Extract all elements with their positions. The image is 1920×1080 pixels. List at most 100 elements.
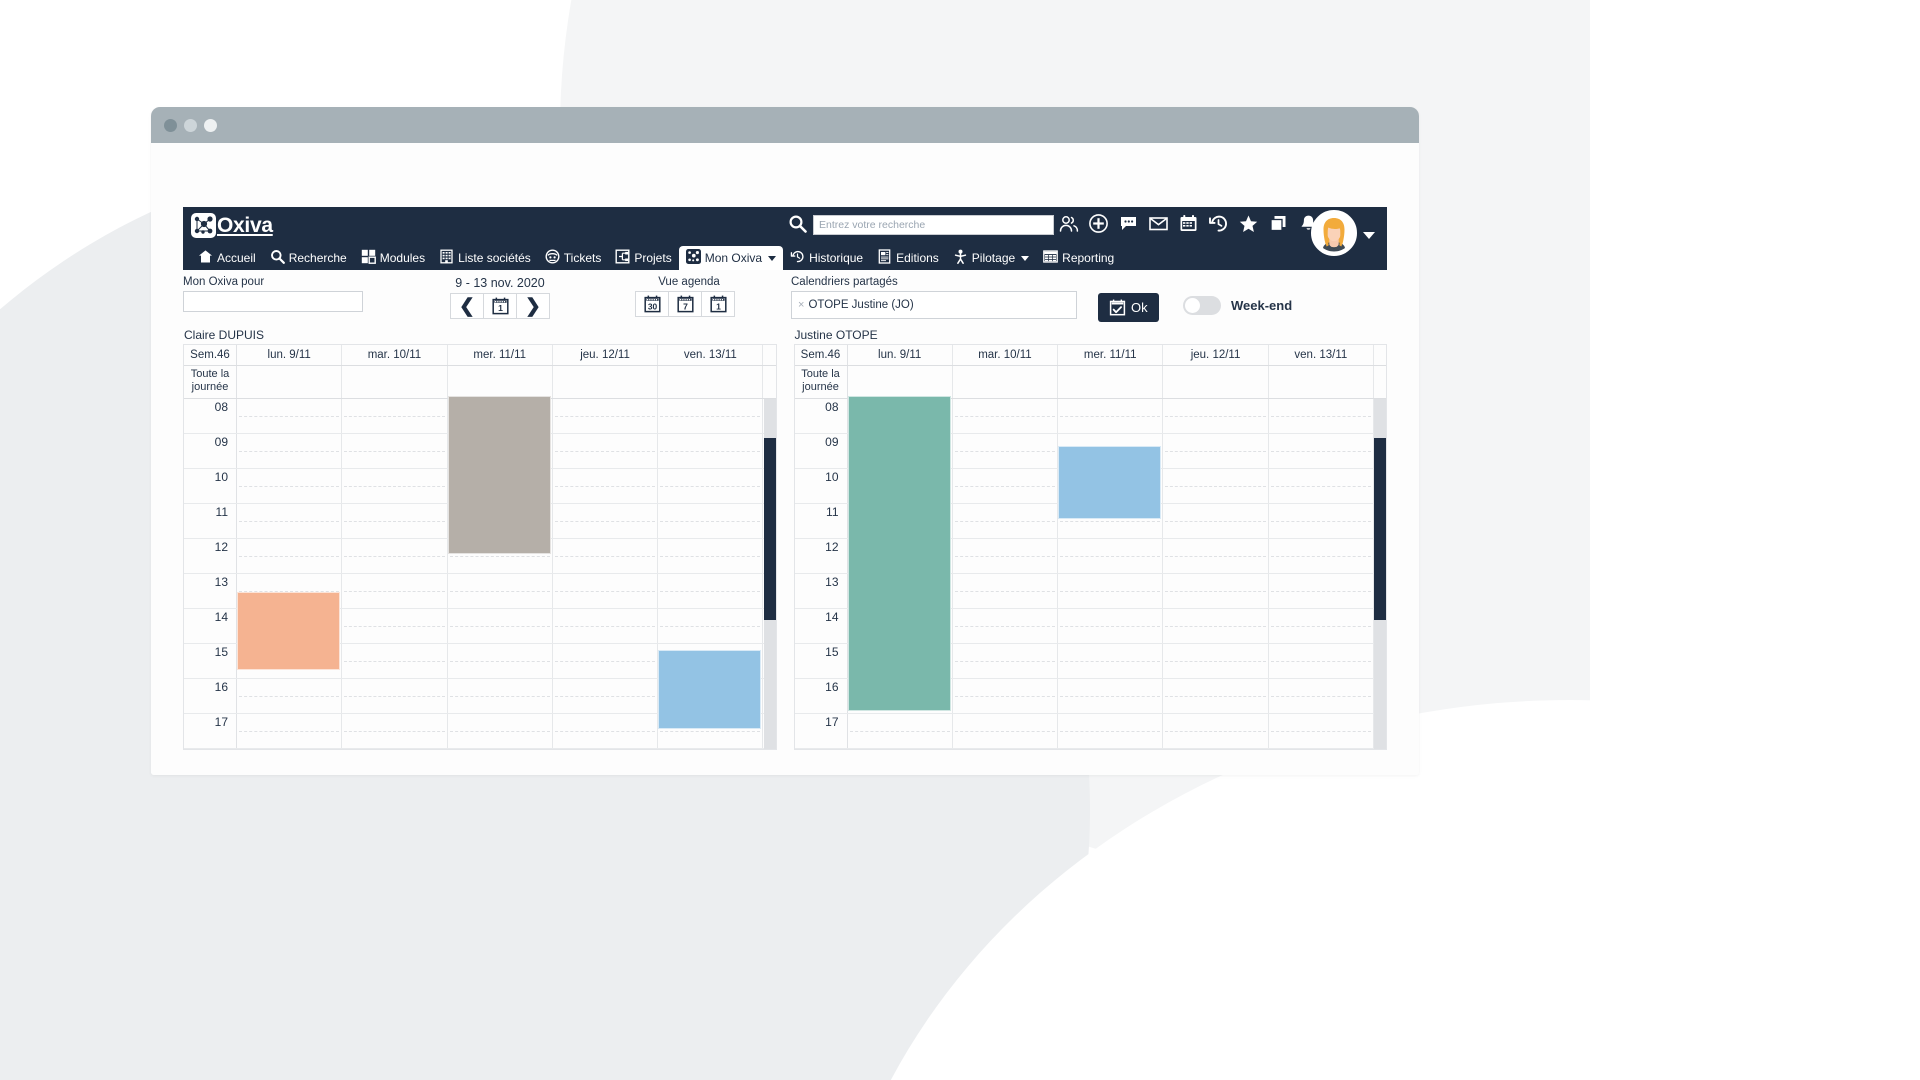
time-slot-cell[interactable] [952, 609, 1059, 643]
time-slot-cell[interactable] [552, 679, 659, 713]
event-block[interactable] [1058, 445, 1162, 519]
time-slot-cell[interactable] [952, 434, 1059, 468]
time-slot-cell[interactable] [237, 504, 343, 538]
time-slot-cell[interactable] [1268, 644, 1374, 678]
time-slot-cell[interactable] [1268, 714, 1374, 748]
time-slot-cell[interactable] [1268, 679, 1374, 713]
calendar-day-view-button[interactable]: 1 [701, 291, 735, 317]
calendar-month-view-button[interactable]: 30 [635, 291, 669, 317]
time-slot-cell[interactable] [1058, 609, 1164, 643]
nav-item-mon-oxiva[interactable]: Mon Oxiva [678, 246, 784, 270]
time-slot-cell[interactable] [1058, 399, 1164, 433]
time-slot-cell[interactable] [342, 434, 448, 468]
time-slot-cell[interactable] [1163, 469, 1269, 503]
time-slot-cell[interactable] [1268, 469, 1374, 503]
time-slot-cell[interactable] [552, 399, 659, 433]
time-slot-cell[interactable] [237, 679, 343, 713]
calendar-week-view-button[interactable]: 7 [668, 291, 702, 317]
event-block[interactable] [447, 396, 551, 554]
time-slot-cell[interactable] [952, 679, 1059, 713]
time-slot-cell[interactable] [447, 609, 553, 643]
nav-item-projets[interactable]: Projets [608, 246, 678, 270]
time-slot-cell[interactable] [342, 539, 448, 573]
weekend-toggle[interactable] [1183, 296, 1221, 315]
all-day-cell[interactable] [342, 366, 448, 398]
time-slot-cell[interactable] [342, 714, 448, 748]
time-slot-cell[interactable] [1058, 574, 1164, 608]
all-day-cell[interactable] [658, 366, 764, 398]
time-slot-cell[interactable] [1268, 539, 1374, 573]
time-slot-cell[interactable] [237, 714, 343, 748]
users-icon[interactable] [1058, 213, 1079, 234]
time-slot-cell[interactable] [342, 504, 448, 538]
time-slot-cell[interactable] [952, 399, 1059, 433]
time-slot-cell[interactable] [952, 504, 1059, 538]
copy-icon[interactable] [1268, 213, 1289, 234]
time-slot-cell[interactable] [342, 469, 448, 503]
time-slot-cell[interactable] [1163, 399, 1269, 433]
time-slot-cell[interactable] [952, 574, 1059, 608]
time-slot-cell[interactable] [658, 434, 764, 468]
day-header[interactable]: mar. 10/11 [953, 345, 1059, 365]
envelope-icon[interactable] [1148, 213, 1169, 234]
all-day-cell[interactable] [953, 366, 1059, 398]
mon-oxiva-pour-input[interactable] [183, 291, 363, 312]
nav-item-recherche[interactable]: Recherche [263, 246, 354, 270]
account-menu[interactable] [1311, 210, 1375, 256]
day-header[interactable]: mer. 11/11 [1058, 345, 1164, 365]
time-slot-cell[interactable] [658, 574, 764, 608]
time-slot-cell[interactable] [552, 469, 659, 503]
calendar-scrollbar-thumb[interactable] [1374, 437, 1386, 620]
search-icon[interactable] [788, 214, 807, 236]
all-day-cell[interactable] [237, 366, 343, 398]
time-slot-cell[interactable] [552, 539, 659, 573]
time-slot-cell[interactable] [1163, 434, 1269, 468]
time-slot-cell[interactable] [237, 434, 343, 468]
time-slot-cell[interactable] [1268, 609, 1374, 643]
brand-logo[interactable]: Oxiva [191, 213, 273, 238]
time-slot-cell[interactable] [658, 469, 764, 503]
nav-item-accueil[interactable]: Accueil [191, 246, 263, 270]
remove-tag-icon[interactable]: × [798, 299, 804, 311]
time-slot-cell[interactable] [1163, 504, 1269, 538]
previous-week-button[interactable]: ❮ [450, 293, 484, 319]
time-slot-cell[interactable] [1268, 434, 1374, 468]
calendar-icon[interactable] [1178, 213, 1199, 234]
time-slot-cell[interactable] [1163, 539, 1269, 573]
day-header[interactable]: lun. 9/11 [848, 345, 953, 365]
day-header[interactable]: lun. 9/11 [237, 345, 343, 365]
time-slot-cell[interactable] [1163, 679, 1269, 713]
calendar-scrollbar[interactable] [1374, 399, 1386, 749]
all-day-cell[interactable] [1163, 366, 1269, 398]
all-day-cell[interactable] [448, 366, 553, 398]
event-block[interactable] [237, 591, 341, 671]
ok-button[interactable]: Ok [1098, 293, 1159, 322]
time-slot-cell[interactable] [552, 609, 659, 643]
time-slot-cell[interactable] [342, 574, 448, 608]
nav-item-pilotage[interactable]: Pilotage [946, 246, 1036, 270]
time-slot-cell[interactable] [447, 644, 553, 678]
time-slot-cell[interactable] [447, 679, 553, 713]
time-slot-cell[interactable] [847, 714, 953, 748]
time-slot-cell[interactable] [237, 469, 343, 503]
day-header[interactable]: ven. 13/11 [1269, 345, 1374, 365]
avatar[interactable] [1311, 210, 1357, 256]
chevron-down-icon[interactable] [1363, 231, 1375, 239]
time-slot-cell[interactable] [237, 399, 343, 433]
time-slot-cell[interactable] [342, 644, 448, 678]
shared-calendar-tag[interactable]: × OTOPE Justine (JO) [798, 299, 914, 311]
all-day-cell[interactable] [848, 366, 953, 398]
day-header[interactable]: jeu. 12/11 [553, 345, 659, 365]
time-slot-cell[interactable] [1058, 714, 1164, 748]
time-slot-cell[interactable] [658, 504, 764, 538]
time-slot-cell[interactable] [552, 574, 659, 608]
day-header[interactable]: mer. 11/11 [448, 345, 553, 365]
time-slot-cell[interactable] [1268, 574, 1374, 608]
nav-item-tickets[interactable]: Tickets [538, 246, 609, 270]
day-header[interactable]: mar. 10/11 [342, 345, 448, 365]
time-slot-cell[interactable] [1163, 714, 1269, 748]
time-slot-cell[interactable] [1058, 644, 1164, 678]
all-day-cell[interactable] [1269, 366, 1374, 398]
nav-item-reporting[interactable]: Reporting [1036, 246, 1121, 270]
time-slot-cell[interactable] [552, 504, 659, 538]
